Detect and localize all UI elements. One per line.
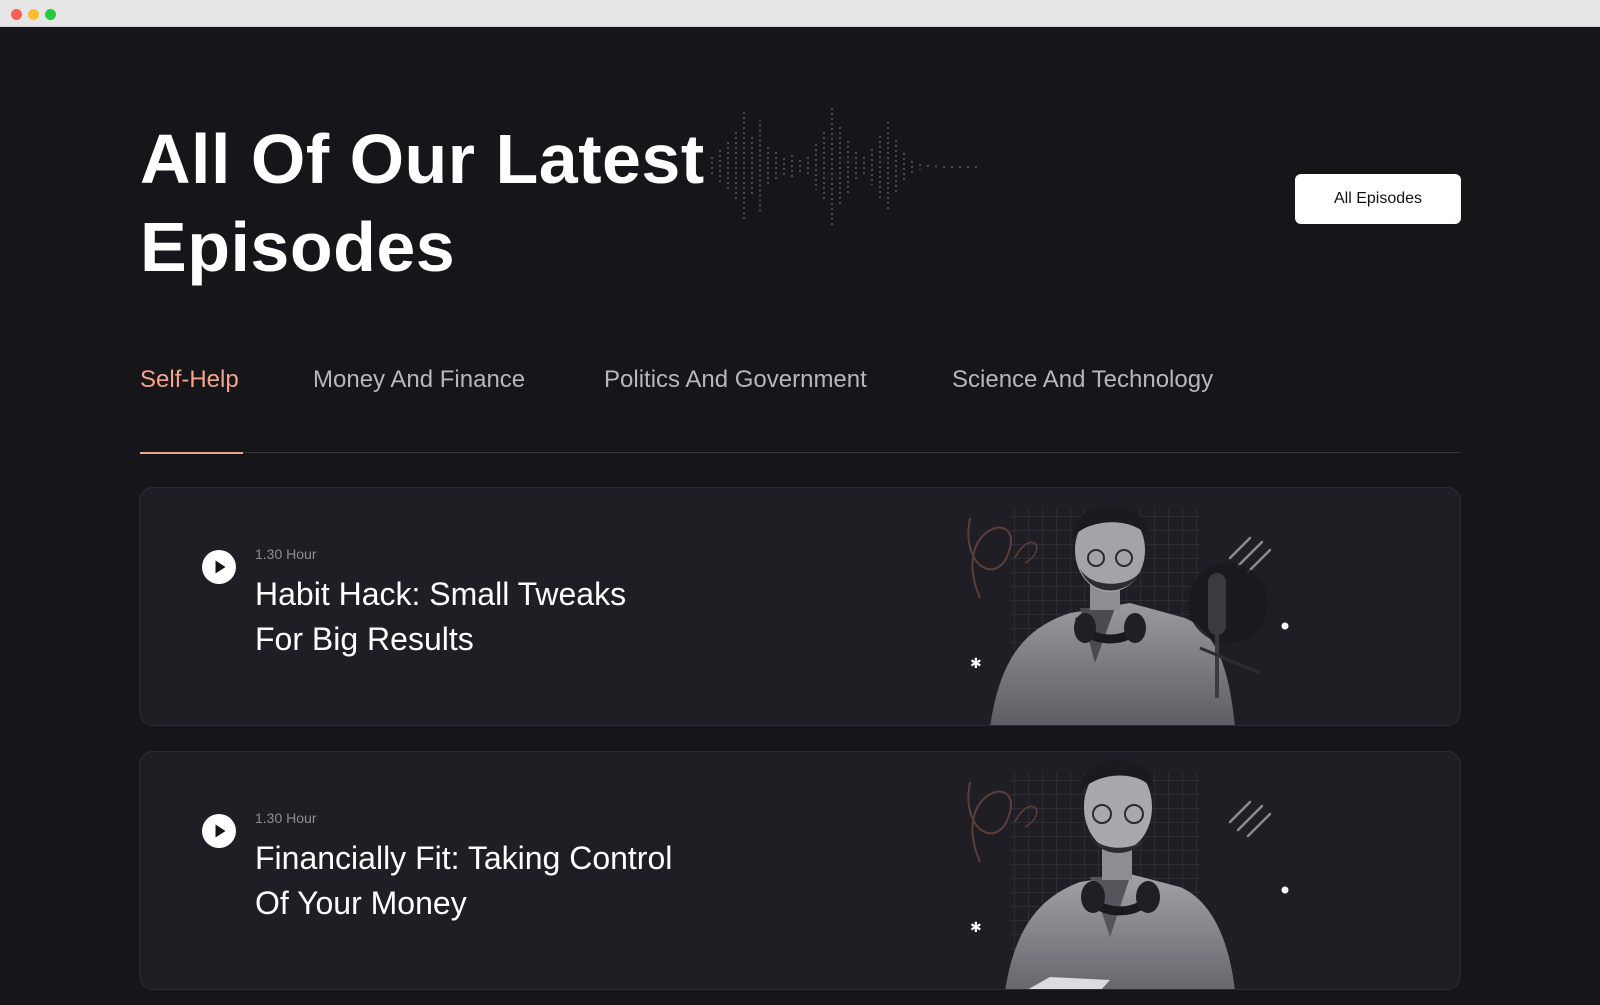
play-icon [215,560,226,574]
browser-window: All Of Our Latest Episodes All Episodes … [0,0,1600,1005]
svg-text:✱: ✱ [970,920,982,936]
episode-duration: 1.30 Hour [255,810,317,826]
episode-title-line-2: Of Your Money [255,885,467,921]
play-icon [215,824,226,838]
tab-self-help[interactable]: Self-Help [140,357,243,454]
window-titlebar [0,0,1600,27]
waveform-decoration [711,108,977,226]
page-title-line-1: All Of Our Latest [140,120,705,198]
category-tabs: Self-Help Money And Finance Politics And… [140,357,1461,454]
episode-card[interactable]: 1.30 Hour Habit Hack: Small Tweaks For B… [139,487,1461,726]
episode-title[interactable]: Habit Hack: Small Tweaks For Big Results [255,572,735,662]
tab-science-and-technology[interactable]: Science And Technology [952,357,1213,453]
play-button[interactable] [202,550,236,584]
zoom-window-button[interactable] [45,9,56,20]
episode-duration: 1.30 Hour [255,546,317,562]
tab-money-and-finance[interactable]: Money And Finance [313,357,525,453]
all-episodes-button[interactable]: All Episodes [1295,174,1461,224]
episode-card[interactable]: 1.30 Hour Financially Fit: Taking Contro… [139,751,1461,990]
play-button[interactable] [202,814,236,848]
close-window-button[interactable] [11,9,22,20]
tab-politics-and-government[interactable]: Politics And Government [604,357,867,453]
minimize-window-button[interactable] [28,9,39,20]
episode-host-image: ✱ [967,506,1289,725]
episode-title[interactable]: Financially Fit: Taking Control Of Your … [255,836,775,926]
episode-title-line-1: Habit Hack: Small Tweaks [255,576,627,612]
svg-text:✱: ✱ [970,656,982,672]
page-title: All Of Our Latest Episodes [140,115,800,291]
episode-title-line-1: Financially Fit: Taking Control [255,840,673,876]
episode-host-image: ✱ [967,760,1289,989]
page-title-line-2: Episodes [140,208,456,286]
episode-title-line-2: For Big Results [255,621,474,657]
episodes-page: All Of Our Latest Episodes All Episodes … [0,27,1600,1005]
